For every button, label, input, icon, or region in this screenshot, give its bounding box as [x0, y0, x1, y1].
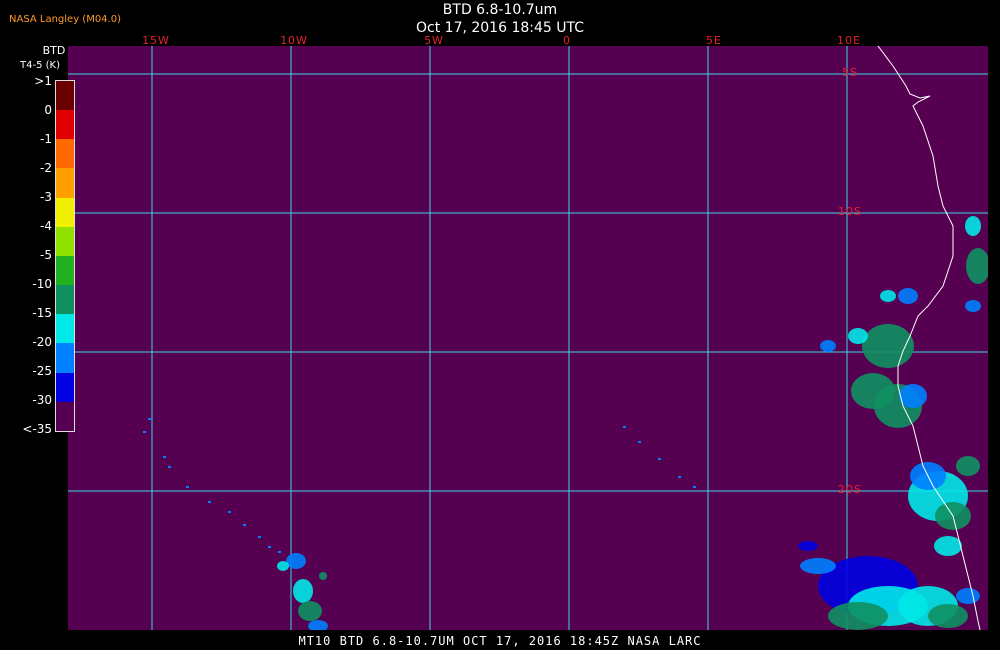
color-swatch — [56, 168, 74, 198]
footer-caption: MT10 BTD 6.8-10.7UM OCT 17, 2016 18:45Z … — [298, 634, 702, 648]
color-swatch — [56, 139, 74, 169]
lat-label-20s: 20S — [838, 483, 862, 496]
color-scale-label: <-35 — [22, 422, 52, 436]
cloud-speck — [186, 486, 189, 488]
cloud-speck — [228, 511, 231, 513]
lat-label-10s: 10S — [838, 205, 862, 218]
cloud-blob — [965, 216, 981, 236]
lon-label-5e: 5E — [706, 34, 722, 47]
cloud-blob — [820, 340, 836, 352]
color-scale-label: -10 — [32, 277, 52, 291]
cloud-blob — [899, 384, 927, 408]
cloud-speck — [278, 551, 281, 553]
color-scale-label: >1 — [34, 74, 52, 88]
color-scale-label: -5 — [40, 248, 52, 262]
cloud-blob — [934, 536, 962, 556]
color-swatch — [56, 81, 74, 111]
cloud-blob — [293, 579, 313, 603]
cloud-speck — [693, 486, 696, 488]
cloud-blob — [956, 456, 980, 476]
cloud-blob — [319, 572, 327, 580]
cloud-speck — [148, 418, 151, 420]
color-swatch — [56, 314, 74, 344]
color-swatch — [56, 343, 74, 373]
cloud-features — [143, 216, 988, 630]
cloud-speck — [208, 501, 211, 503]
color-swatch — [56, 110, 74, 140]
satellite-map — [68, 46, 988, 630]
cloud-speck — [678, 476, 681, 478]
color-scale-label: -3 — [40, 190, 52, 204]
color-swatch — [56, 285, 74, 315]
cloud-blob — [965, 300, 981, 312]
credit-label: NASA Langley (M04.0) — [9, 14, 121, 25]
lon-label-5w: 5W — [424, 34, 444, 47]
color-scale-label: -4 — [40, 219, 52, 233]
color-swatch — [56, 197, 74, 227]
cloud-speck — [268, 546, 271, 548]
cloud-blob — [928, 604, 968, 628]
cloud-blob — [298, 601, 322, 621]
cloud-blob — [898, 288, 918, 304]
cloud-speck — [168, 466, 171, 468]
cloud-blob — [800, 558, 836, 574]
cloud-speck — [658, 458, 661, 460]
color-scale-label: -20 — [32, 335, 52, 349]
cloud-speck — [143, 431, 146, 433]
cloud-blob — [798, 541, 818, 551]
color-scale-bar — [55, 80, 75, 432]
lon-label-15w: 15W — [142, 34, 170, 47]
color-swatch — [56, 401, 74, 431]
cloud-blob — [308, 620, 328, 630]
cloud-speck — [638, 441, 641, 443]
color-scale-label: -2 — [40, 161, 52, 175]
lon-label-10e: 10E — [837, 34, 861, 47]
map-overlay — [68, 46, 988, 630]
cloud-blob — [966, 248, 988, 284]
cloud-blob — [277, 561, 289, 571]
color-scale-label: -30 — [32, 393, 52, 407]
cloud-blob — [956, 588, 980, 604]
color-swatch — [56, 255, 74, 286]
color-scale-label: -25 — [32, 364, 52, 378]
legend-subtitle: T4-5 (K) — [20, 60, 60, 71]
color-scale-label: 0 — [44, 103, 52, 117]
cloud-speck — [258, 536, 261, 538]
color-scale-label: -1 — [40, 132, 52, 146]
legend-title: BTD — [42, 44, 66, 57]
cloud-speck — [623, 426, 626, 428]
cloud-blob — [862, 324, 914, 368]
color-swatch — [56, 226, 74, 256]
map-title: BTD 6.8-10.7um — [442, 2, 558, 18]
lon-label-10w: 10W — [280, 34, 308, 47]
lat-label-5s: 5S — [842, 66, 858, 79]
cloud-blob — [880, 290, 896, 302]
cloud-speck — [243, 524, 246, 526]
color-swatch — [56, 372, 74, 402]
color-scale-label: -15 — [32, 306, 52, 320]
lon-label-0: 0 — [563, 34, 571, 47]
cloud-blob — [848, 328, 868, 344]
cloud-blob — [828, 602, 888, 630]
cloud-blob — [286, 553, 306, 569]
cloud-speck — [163, 456, 166, 458]
